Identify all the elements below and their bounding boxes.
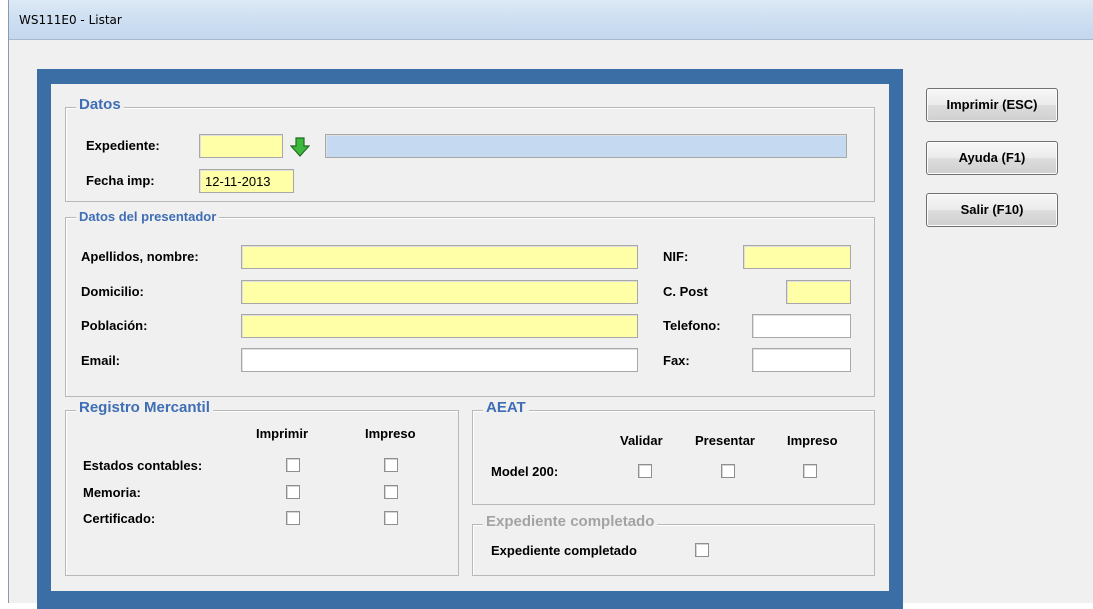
registro-legend: Registro Mercantil bbox=[76, 399, 213, 416]
window-client-area: Datos Expediente: Fecha imp: Datos del p… bbox=[9, 41, 1093, 609]
datos-legend: Datos bbox=[76, 96, 124, 113]
domicilio-input[interactable] bbox=[241, 280, 638, 304]
model-200-label: Model 200: bbox=[491, 464, 559, 479]
nif-label: NIF: bbox=[663, 249, 689, 264]
apellidos-input[interactable] bbox=[241, 245, 638, 269]
memoria-label: Memoria: bbox=[83, 485, 141, 500]
col-imprimir-header: Imprimir bbox=[256, 426, 309, 441]
poblacion-label: Población: bbox=[81, 318, 148, 333]
nif-input[interactable] bbox=[743, 245, 851, 269]
estados-imprimir-checkbox[interactable] bbox=[286, 458, 300, 472]
aeat-group: AEAT Validar Presentar Impreso Model 200… bbox=[472, 399, 875, 505]
expediente-completado-label: Expediente completado bbox=[491, 543, 637, 558]
certificado-impreso-checkbox[interactable] bbox=[384, 511, 398, 525]
expediente-description-field bbox=[325, 134, 847, 158]
col-presentar-header: Presentar bbox=[695, 433, 755, 448]
imprimir-button[interactable]: Imprimir (ESC) bbox=[926, 88, 1058, 122]
col-impreso-aeat-header: Impreso bbox=[787, 433, 838, 448]
model-200-validar-checkbox[interactable] bbox=[638, 464, 652, 478]
certificado-label: Certificado: bbox=[83, 511, 156, 526]
registro-mercantil-group: Registro Mercantil Imprimir Impreso Esta… bbox=[65, 399, 459, 576]
presentador-legend: Datos del presentador bbox=[76, 209, 220, 224]
expediente-lookup-button[interactable] bbox=[289, 136, 311, 158]
telefono-label: Telefono: bbox=[663, 318, 721, 333]
memoria-impreso-checkbox[interactable] bbox=[384, 485, 398, 499]
certificado-imprimir-checkbox[interactable] bbox=[286, 511, 300, 525]
completado-legend: Expediente completado bbox=[483, 513, 658, 530]
fecha-imp-label: Fecha imp: bbox=[86, 173, 155, 188]
presentador-group: Datos del presentador Apellidos, nombre:… bbox=[65, 209, 875, 397]
expediente-label: Expediente: bbox=[86, 138, 160, 153]
expediente-completado-checkbox[interactable] bbox=[695, 543, 709, 557]
model-200-impreso-checkbox[interactable] bbox=[803, 464, 817, 478]
estados-contables-label: Estados contables: bbox=[83, 458, 203, 473]
estados-impreso-checkbox[interactable] bbox=[384, 458, 398, 472]
telefono-input[interactable] bbox=[752, 314, 851, 338]
aeat-legend: AEAT bbox=[483, 399, 529, 416]
fecha-imp-input[interactable] bbox=[199, 169, 294, 193]
form-panel: Datos Expediente: Fecha imp: Datos del p… bbox=[51, 84, 889, 591]
form-frame: Datos Expediente: Fecha imp: Datos del p… bbox=[37, 69, 903, 609]
expediente-input[interactable] bbox=[199, 134, 283, 158]
title-bar[interactable]: WS111E0 - Listar bbox=[9, 0, 1093, 40]
ayuda-button[interactable]: Ayuda (F1) bbox=[926, 141, 1058, 175]
cpost-input[interactable] bbox=[786, 280, 851, 304]
cpost-label: C. Post bbox=[663, 284, 708, 299]
datos-group: Datos Expediente: Fecha imp: bbox=[65, 96, 875, 202]
fax-input[interactable] bbox=[752, 348, 851, 372]
apellidos-label: Apellidos, nombre: bbox=[81, 249, 199, 264]
email-input[interactable] bbox=[241, 348, 638, 372]
col-impreso-header: Impreso bbox=[365, 426, 416, 441]
model-200-presentar-checkbox[interactable] bbox=[721, 464, 735, 478]
window-title: WS111E0 - Listar bbox=[19, 13, 122, 27]
memoria-imprimir-checkbox[interactable] bbox=[286, 485, 300, 499]
col-validar-header: Validar bbox=[620, 433, 663, 448]
poblacion-input[interactable] bbox=[241, 314, 638, 338]
domicilio-label: Domicilio: bbox=[81, 284, 144, 299]
green-down-arrow-icon bbox=[289, 137, 311, 157]
app-window: WS111E0 - Listar Datos Expediente: Fecha… bbox=[8, 0, 1093, 609]
completado-group: Expediente completado Expediente complet… bbox=[472, 513, 875, 576]
fax-label: Fax: bbox=[663, 353, 690, 368]
salir-button[interactable]: Salir (F10) bbox=[926, 193, 1058, 227]
email-label: Email: bbox=[81, 353, 121, 368]
